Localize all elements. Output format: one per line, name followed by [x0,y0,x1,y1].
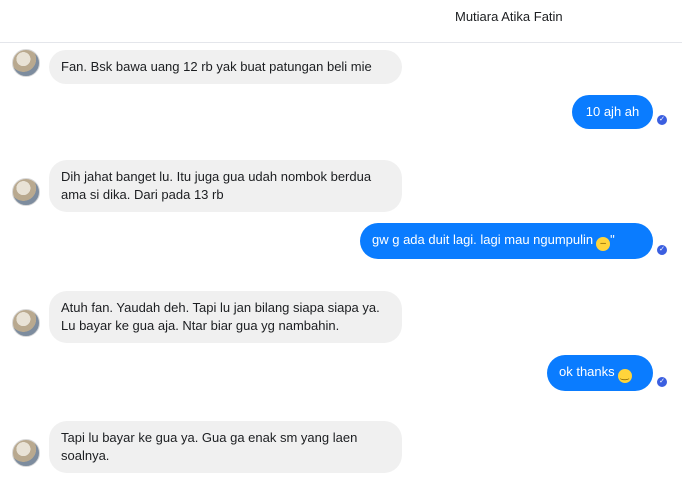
message-thread[interactable]: Fan. Bsk bawa uang 12 rb yak buat patung… [0,43,682,480]
message-text: Tapi lu bayar ke gua ya. Gua ga enak sm … [61,430,358,463]
incoming-message[interactable]: Dih jahat banget lu. Itu juga gua udah n… [49,160,402,212]
contact-avatar[interactable] [12,49,40,77]
expressionless-emoji-icon: – [596,237,611,251]
check-circle-icon: ✓ [657,115,667,125]
conversation-header: Mutiara Atika Fatin [0,0,682,43]
incoming-message[interactable]: Tapi lu bayar ke gua ya. Gua ga enak sm … [49,421,402,473]
outgoing-message[interactable]: ok thanks ‿ [547,355,653,391]
message-text: gw g ada duit lagi. lagi mau ngumpulin [372,232,594,247]
message-text: Dih jahat banget lu. Itu juga gua udah n… [61,169,372,202]
contact-avatar[interactable] [12,178,40,206]
contact-name[interactable]: Mutiara Atika Fatin [455,9,563,24]
check-circle-icon: ✓ [657,377,667,387]
message-text: 10 ajh ah [585,104,640,119]
check-circle-icon: ✓ [657,245,667,255]
incoming-message[interactable]: Atuh fan. Yaudah deh. Tapi lu jan bilang… [49,291,402,343]
smiling-emoji-icon: ‿ [617,369,632,383]
outgoing-message[interactable]: gw g ada duit lagi. lagi mau ngumpulin – " [360,223,653,259]
contact-avatar[interactable] [12,439,40,467]
message-text: ok thanks [559,364,615,379]
contact-avatar[interactable] [12,309,40,337]
message-text: Atuh fan. Yaudah deh. Tapi lu jan bilang… [61,300,380,333]
outgoing-message[interactable]: 10 ajh ah [572,95,653,129]
message-suffix: " [610,232,615,247]
incoming-message[interactable]: Fan. Bsk bawa uang 12 rb yak buat patung… [49,50,402,84]
message-text: Fan. Bsk bawa uang 12 rb yak buat patung… [61,59,372,74]
